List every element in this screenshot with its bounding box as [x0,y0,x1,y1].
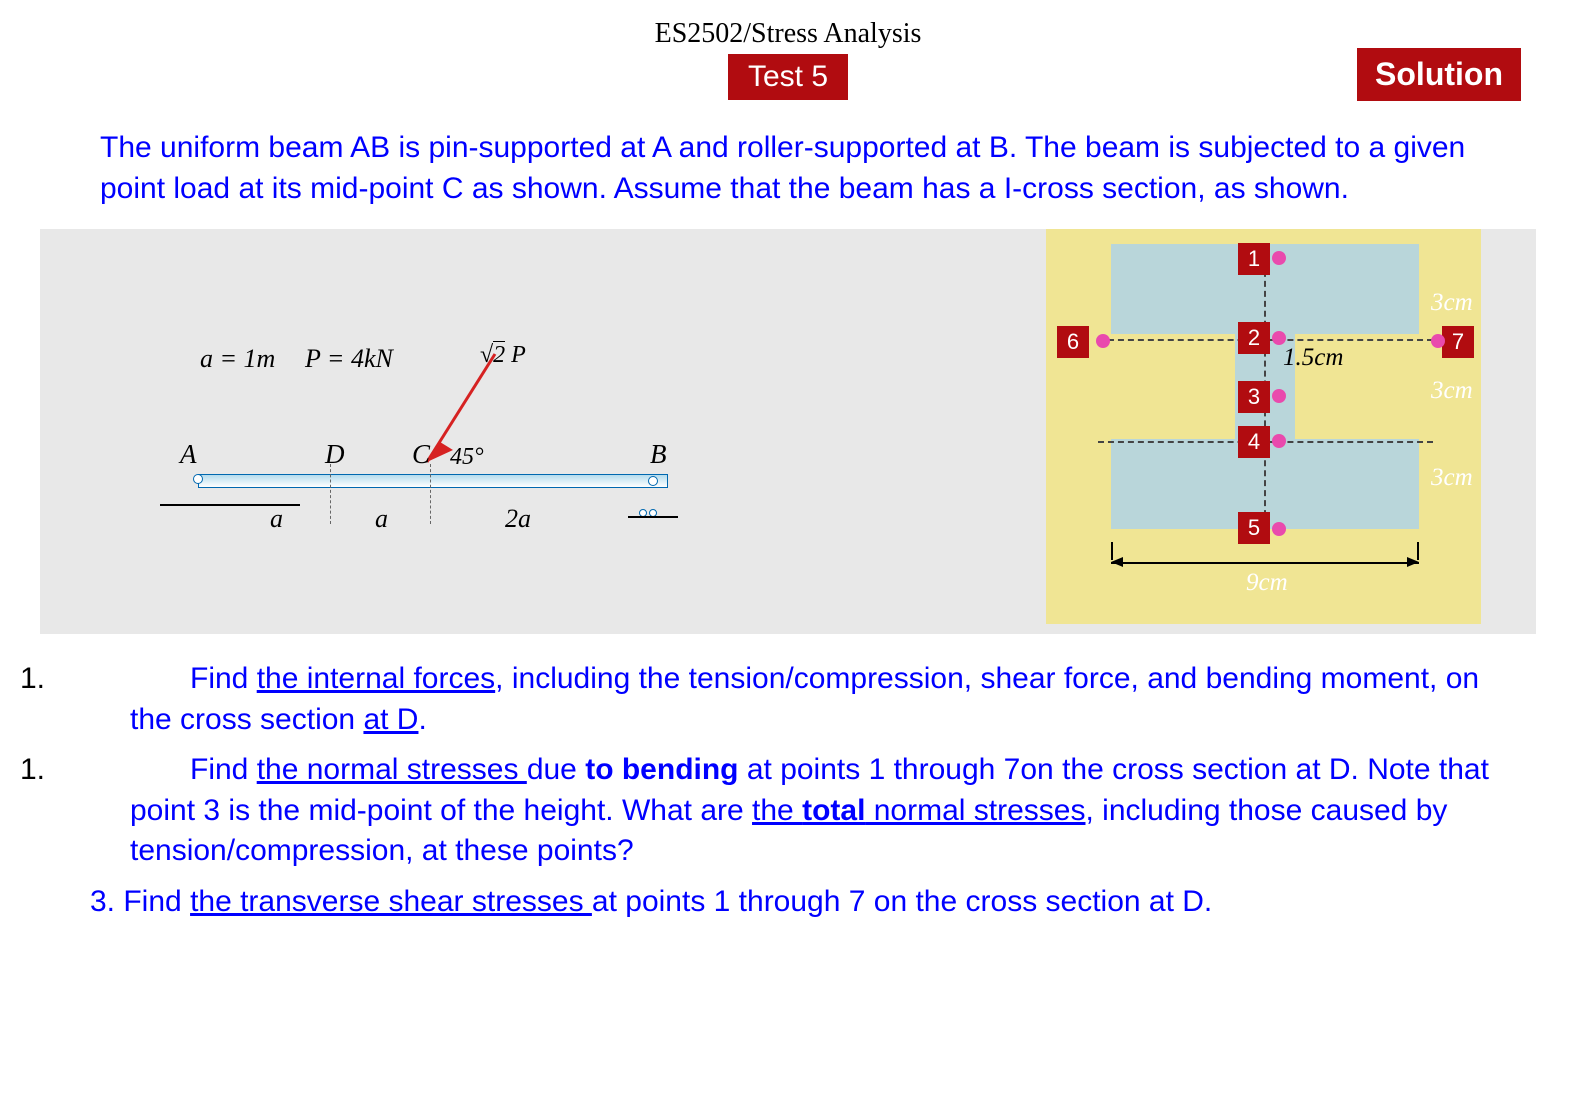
course-title: ES2502/Stress Analysis [0,18,1576,50]
dot-1 [1272,251,1286,265]
label-D: D [325,439,345,470]
width-arrow-l [1111,557,1123,567]
dim-a1: a [270,504,283,534]
dash-C [430,464,431,524]
q2-number: 1. [10,750,90,872]
roller-at-B [638,504,658,522]
dash-D [330,464,331,524]
pt-6: 6 [1057,326,1089,358]
angle-45: 45° [450,444,484,471]
roller-top [648,476,658,486]
pt-3: 3 [1238,381,1270,413]
dot-5 [1272,522,1286,536]
question-3: 3. Find the transverse shear stresses at… [10,882,1526,923]
dim-3cm-b: 3cm [1431,377,1473,405]
pt-7: 7 [1442,326,1474,358]
dot-4 [1272,434,1286,448]
beam-bar [198,474,668,488]
param-a: a = 1m [200,344,275,374]
cross-section-diagram: 1 2 3 4 5 6 7 1.5cm 3cm 3cm 3cm 9cm [1046,229,1481,624]
dim-a2: a [375,504,388,534]
q1-body: Find the internal forces, including the … [90,659,1526,740]
width-arrow-line [1111,562,1419,564]
question-2: 1. Find the normal stresses due to bendi… [10,750,1526,872]
dim-9cm: 9cm [1246,569,1288,597]
label-C: C [412,439,430,470]
width-arrow-r [1407,557,1419,567]
pt-1: 1 [1238,243,1270,275]
diagram-area: a = 1m P = 4kN √2 P A D C 45° B a a 2a [40,229,1536,634]
q1-number: 1. [10,659,90,740]
pin-at-A [193,474,209,490]
problem-statement: The uniform beam AB is pin-supported at … [0,100,1576,209]
header: ES2502/Stress Analysis Test 5 [0,0,1576,100]
pt-2: 2 [1238,322,1270,354]
dim-3cm-a: 3cm [1431,289,1473,317]
dot-6 [1096,334,1110,348]
label-A: A [180,439,197,470]
pt-4: 4 [1238,426,1270,458]
q2-body: Find the normal stresses due to bending … [90,750,1526,872]
pt-5: 5 [1238,512,1270,544]
question-1: 1. Find the internal forces, including t… [10,659,1526,740]
test-badge: Test 5 [728,54,848,100]
dot-3 [1272,389,1286,403]
label-B: B [650,439,667,470]
dot-7 [1431,334,1445,348]
dim-1.5cm: 1.5cm [1283,344,1343,372]
dim-3cm-c: 3cm [1431,464,1473,492]
dim-2a: 2a [505,504,531,534]
solution-badge: Solution [1357,48,1521,101]
dot-2 [1272,331,1286,345]
param-P: P = 4kN [305,344,393,374]
beam-diagram: a = 1m P = 4kN √2 P A D C 45° B a a 2a [130,304,730,564]
questions: 1. Find the internal forces, including t… [0,644,1576,922]
